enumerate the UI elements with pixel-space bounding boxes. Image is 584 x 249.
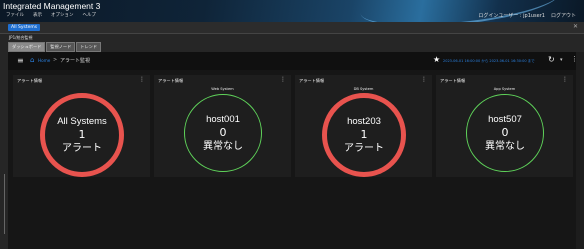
system-name: All Systems — [57, 115, 107, 127]
card-title: アラート情報 — [17, 78, 43, 83]
alert-card: アラート情報 ⋮ All Systems 1 アラート — [13, 75, 150, 177]
kebab-menu-icon[interactable]: ⋮ — [280, 76, 286, 83]
time-range[interactable]: 2023-06-01 16:00:00 から 2023-06-01 16:30:… — [443, 59, 535, 64]
status-text: アラート — [62, 142, 102, 154]
card-subtitle: DB System — [353, 87, 374, 91]
card-subtitle: App System — [493, 87, 516, 91]
status-ring[interactable]: host507 0 異常なし — [466, 94, 544, 172]
tab-bar: All Systems ✕ — [0, 22, 584, 34]
status-ring[interactable]: All Systems 1 アラート — [40, 93, 124, 177]
menu-bar: ファイル 表示 オプション ヘルプ — [6, 12, 96, 18]
status-text: アラート — [344, 142, 384, 154]
refresh-icon[interactable]: ↻ — [548, 55, 555, 64]
status-ring[interactable]: host203 1 アラート — [322, 93, 406, 177]
menu-help[interactable]: ヘルプ — [83, 12, 97, 18]
system-name: host507 — [488, 113, 522, 125]
breadcrumb: JP1/統合監視 — [9, 35, 33, 40]
card-title: アラート情報 — [299, 78, 325, 83]
alert-card: アラート情報 ⋮ App System host507 0 異常なし — [436, 75, 573, 177]
alert-card: アラート情報 ⋮ Web System host001 0 異常なし — [154, 75, 291, 177]
logout-link[interactable]: ログアウト — [551, 12, 576, 19]
left-rail — [0, 52, 8, 249]
alert-count: 0 — [501, 125, 509, 139]
card-title: アラート情報 — [440, 78, 466, 83]
close-icon[interactable]: ✕ — [573, 23, 578, 30]
kebab-menu-icon[interactable]: ⋮ — [421, 76, 427, 83]
scrollbar[interactable] — [576, 52, 584, 249]
alert-count: 1 — [360, 127, 368, 141]
home-icon[interactable]: ⌂ — [30, 56, 34, 64]
hamburger-icon[interactable]: ≡ — [17, 56, 24, 65]
title-bar: Integrated Management 3 ファイル 表示 オプション ヘル… — [0, 0, 584, 22]
alert-count: 0 — [219, 125, 227, 139]
login-user-label: ログインユーザー : jp1user1 — [478, 13, 545, 19]
page-title: アラート監視 — [60, 58, 91, 64]
user-area: ログインユーザー : jp1user1 ログアウト — [478, 12, 576, 19]
status-ring[interactable]: host001 0 異常なし — [184, 94, 262, 172]
subtab-trend[interactable]: トレンド — [76, 42, 102, 52]
divider — [4, 174, 5, 234]
home-link[interactable]: Home — [38, 58, 50, 63]
alert-card: アラート情報 ⋮ DB System host203 1 アラート — [295, 75, 432, 177]
star-icon[interactable]: ★ — [433, 55, 440, 64]
card-title: アラート情報 — [158, 78, 184, 83]
status-text: 異常なし — [203, 140, 243, 152]
app-title: Integrated Management 3 — [3, 1, 101, 11]
alert-count: 1 — [78, 127, 86, 141]
subtab-monitor-node[interactable]: 監視ノード — [46, 42, 76, 52]
subtab-bar: ダッシュボード 監視ノード トレンド — [8, 42, 102, 52]
system-name: host001 — [206, 113, 240, 125]
menu-view[interactable]: 表示 — [33, 12, 42, 18]
system-name: host203 — [347, 115, 381, 127]
menu-options[interactable]: オプション — [51, 12, 74, 18]
sub-header: JP1/統合監視 ダッシュボード 監視ノード トレンド — [0, 34, 584, 52]
card-subtitle: Web System — [211, 87, 234, 91]
kebab-menu-icon[interactable]: ⋮ — [562, 76, 568, 83]
breadcrumb-separator: > — [53, 57, 58, 63]
chevron-down-icon[interactable]: ▾ — [560, 57, 563, 63]
tab-all-systems[interactable]: All Systems — [8, 24, 41, 31]
menu-file[interactable]: ファイル — [6, 12, 24, 18]
subtab-dashboard[interactable]: ダッシュボード — [8, 42, 46, 52]
kebab-menu-icon[interactable]: ⋮ — [139, 76, 145, 83]
content-toolbar: ≡ ⌂ Home > アラート監視 ★ 2023-06-01 16:00:00 … — [8, 52, 578, 70]
status-text: 異常なし — [485, 140, 525, 152]
